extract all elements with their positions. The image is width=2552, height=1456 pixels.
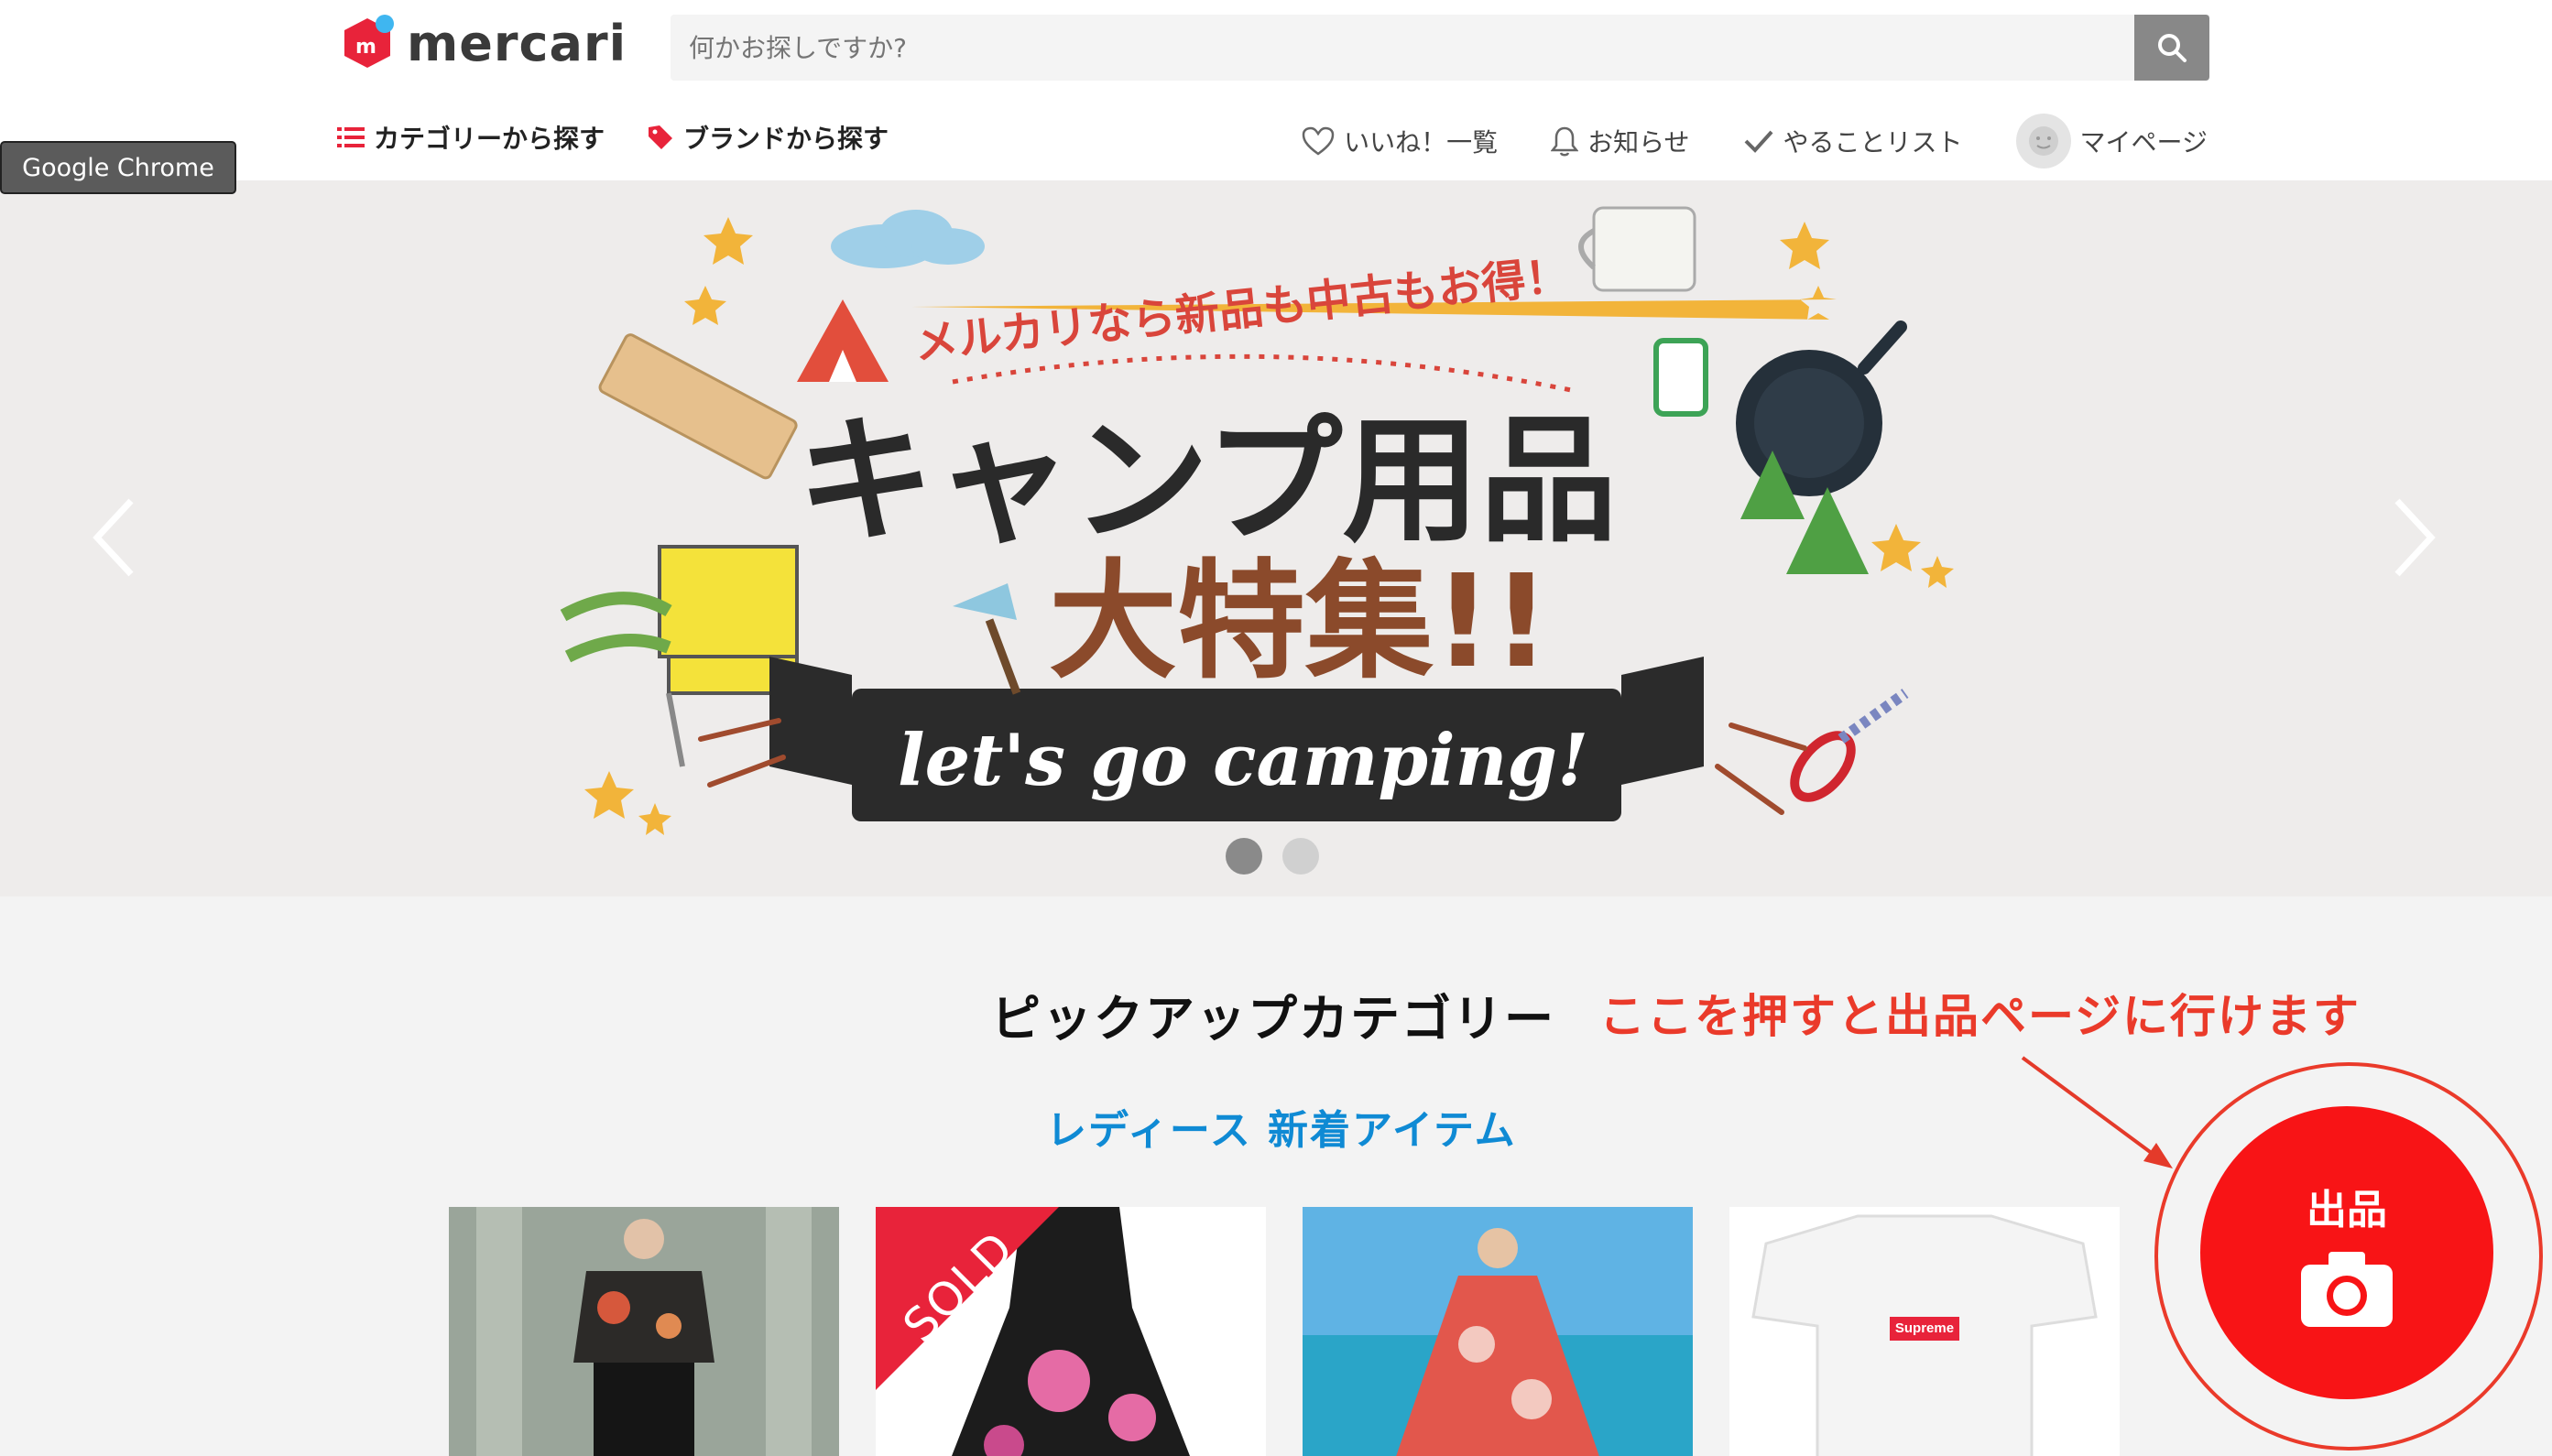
banner-ribbon-text: let's go camping! xyxy=(898,719,1588,802)
banner-headline-sub: 大特集!! xyxy=(1049,548,1551,697)
heart-icon xyxy=(1302,126,1335,156)
tag-icon xyxy=(649,125,673,149)
enamel-mug xyxy=(1578,206,1696,292)
search-bar xyxy=(671,15,2209,81)
lantern-icon xyxy=(1653,338,1708,417)
carousel-prev-button[interactable] xyxy=(81,483,145,592)
nav-mypage[interactable]: マイページ xyxy=(2015,114,2208,168)
nav-notifications[interactable]: お知らせ xyxy=(1551,123,1690,159)
nav-category[interactable]: カテゴリーから探す xyxy=(337,119,605,156)
banner-headline-top: メルカリなら新品も中古もお得！ xyxy=(911,250,1571,370)
nav-todo[interactable]: やることリスト xyxy=(1743,123,1963,159)
browser-tooltip: Google Chrome xyxy=(0,141,236,194)
cloud-icon xyxy=(831,210,985,268)
carabiner xyxy=(1790,689,1909,802)
category-link-ladies-new[interactable]: レディース 新着アイテム xyxy=(1046,1097,1517,1156)
nav-notifications-label: お知らせ xyxy=(1587,127,1690,158)
logo-text: mercari xyxy=(407,14,627,72)
chevron-left-icon xyxy=(93,498,134,577)
search-input[interactable] xyxy=(689,20,2099,75)
banner-illustration: メルカリなら新品も中古もお得！ キャンプ用品 大特集!! let's go ca… xyxy=(560,206,1954,835)
nav-left: カテゴリーから探す ブランドから探す xyxy=(337,119,889,156)
annotation-text: ここを押すと出品ページに行けます xyxy=(1599,990,2361,1043)
nav-category-label: カテゴリーから探す xyxy=(374,124,605,154)
skillet xyxy=(1736,321,1907,496)
search-icon xyxy=(2158,34,2187,62)
avatar-icon xyxy=(2015,114,2071,168)
supreme-box-logo: Supreme xyxy=(1894,1320,1955,1336)
list-icon xyxy=(337,127,365,147)
nav-mypage-label: マイページ xyxy=(2079,127,2208,158)
carousel-dot-2[interactable] xyxy=(1282,838,1319,875)
item-card-1[interactable] xyxy=(449,1207,839,1456)
nav-brand[interactable]: ブランドから探す xyxy=(647,119,889,156)
item-image xyxy=(449,1207,839,1456)
hero-banner[interactable]: メルカリなら新品も中古もお得！ キャンプ用品 大特集!! let's go ca… xyxy=(0,180,2552,896)
item-card-3[interactable] xyxy=(1303,1207,1693,1456)
bell-icon xyxy=(1551,126,1579,157)
item-image xyxy=(1303,1207,1693,1456)
chevron-right-icon xyxy=(2394,498,2436,577)
banner-headline-main: キャンプ用品 xyxy=(797,402,1618,561)
search-button[interactable] xyxy=(2134,15,2209,81)
carousel-dot-1[interactable] xyxy=(1226,838,1262,875)
nav-likes[interactable]: いいね！一覧 xyxy=(1302,123,1498,159)
nav-likes-label: いいね！一覧 xyxy=(1344,127,1499,158)
nav-right: いいね！一覧 お知らせ やることリスト マイページ xyxy=(1302,114,2208,168)
mercari-logo-icon: m xyxy=(339,15,396,71)
sell-label: 出品 xyxy=(2307,1187,2387,1233)
item-card-4[interactable]: Supreme xyxy=(1729,1207,2120,1456)
carousel-next-button[interactable] xyxy=(2383,483,2448,592)
camera-icon xyxy=(2301,1252,2393,1327)
axe-icon xyxy=(953,583,1021,695)
sell-button[interactable]: 出品 xyxy=(2200,1106,2493,1399)
wooden-case xyxy=(598,333,798,480)
pickup-title: ピックアップカテゴリー xyxy=(991,990,1555,1048)
carousel-dots xyxy=(1226,838,1319,875)
nav-brand-label: ブランドから探す xyxy=(683,124,889,154)
check-icon xyxy=(1744,130,1773,153)
item-card-2[interactable]: SOLD xyxy=(876,1207,1266,1456)
item-grid: SOLD Supreme xyxy=(449,1207,2120,1456)
site-header: m mercari カテゴリーから探す ブランドから探す xyxy=(0,0,2552,180)
nav-todo-label: やることリスト xyxy=(1783,127,1963,158)
mercari-logo[interactable]: m mercari xyxy=(339,11,627,75)
svg-text:m: m xyxy=(355,36,376,59)
